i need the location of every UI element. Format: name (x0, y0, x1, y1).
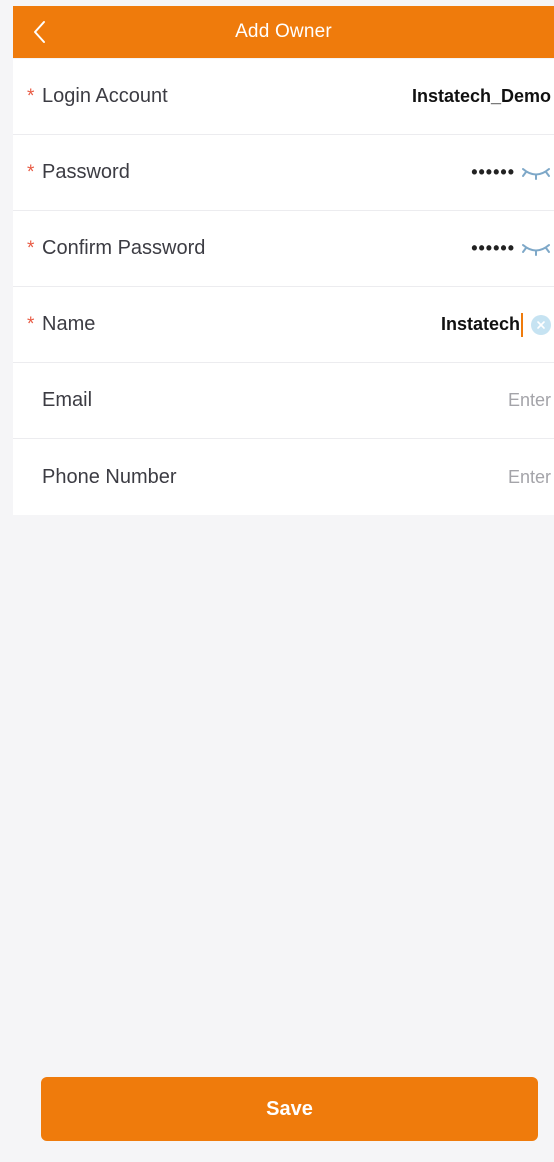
name-value: Instatech (440, 314, 520, 334)
phone-number-label-group: Phone Number (27, 466, 177, 489)
email-label: Email (42, 389, 93, 411)
eye-closed-icon[interactable] (521, 240, 551, 258)
confirm-password-field[interactable]: •••••• (471, 238, 551, 259)
confirm-password-masked-value: •••••• (471, 238, 515, 258)
password-row[interactable]: * Password •••••• (13, 135, 554, 211)
confirm-password-label: Confirm Password (42, 237, 206, 259)
required-asterisk: * (27, 161, 35, 183)
clear-icon[interactable] (531, 314, 551, 335)
password-label: Password (42, 161, 130, 183)
name-row[interactable]: * Name Instatech (13, 287, 554, 363)
email-label-group: Email (27, 389, 92, 412)
name-label-group: * Name (27, 313, 95, 336)
required-asterisk: * (27, 313, 35, 335)
add-owner-screen: Add Owner * Login Account Instatech_Demo… (0, 0, 554, 1162)
login-account-value[interactable]: Instatech_Demo (412, 86, 551, 107)
email-input[interactable] (391, 390, 551, 411)
owner-form: * Login Account Instatech_Demo * Passwor… (13, 59, 554, 515)
text-cursor (521, 312, 523, 337)
navigation-bar: Add Owner (13, 6, 554, 58)
email-row[interactable]: Email (13, 363, 554, 439)
phone-number-row[interactable]: Phone Number (13, 439, 554, 515)
confirm-password-label-group: * Confirm Password (27, 237, 205, 260)
page-title: Add Owner (235, 21, 332, 42)
login-account-row[interactable]: * Login Account Instatech_Demo (13, 59, 554, 135)
password-field[interactable]: •••••• (471, 162, 551, 183)
password-label-group: * Password (27, 161, 130, 184)
name-label: Name (42, 313, 96, 335)
name-field[interactable]: Instatech (440, 312, 551, 337)
login-account-label-group: * Login Account (27, 85, 168, 108)
eye-closed-icon[interactable] (521, 164, 551, 182)
phone-number-label: Phone Number (42, 465, 177, 488)
save-button[interactable]: Save (41, 1077, 538, 1141)
required-asterisk: * (27, 237, 35, 259)
phone-number-input[interactable] (391, 466, 551, 488)
password-masked-value: •••••• (471, 162, 515, 182)
required-asterisk: * (27, 85, 35, 107)
login-account-label: Login Account (42, 85, 168, 107)
confirm-password-row[interactable]: * Confirm Password •••••• (13, 211, 554, 287)
